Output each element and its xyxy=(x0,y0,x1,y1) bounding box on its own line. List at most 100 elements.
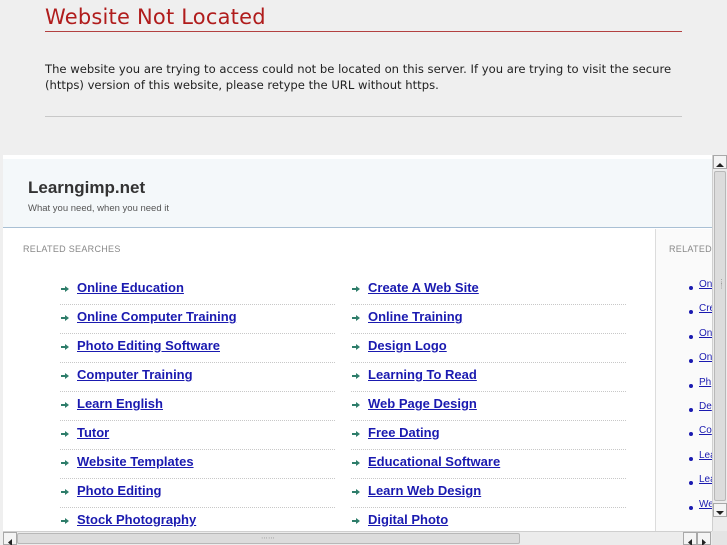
grip-icon: ⋮⋮⋮⋮ xyxy=(718,278,727,290)
bullet-icon xyxy=(689,432,693,437)
arrow-right-icon xyxy=(351,400,361,410)
arrow-right-icon xyxy=(351,342,361,352)
related-search-item[interactable]: Learn Web Design xyxy=(351,479,626,508)
arrow-right-icon xyxy=(351,371,361,381)
related-search-link[interactable]: Learn Web Design xyxy=(368,483,481,498)
arrow-left-icon xyxy=(8,539,12,545)
related-search-item[interactable]: Tutor xyxy=(60,421,335,450)
site-name[interactable]: Learngimp.net xyxy=(28,178,145,198)
horizontal-scroll-thumb[interactable]: ⋯⋯ xyxy=(17,533,520,544)
sidebar-related-link[interactable]: On xyxy=(699,279,712,290)
related-search-link[interactable]: Website Templates xyxy=(77,454,194,469)
related-search-item[interactable]: Website Templates xyxy=(60,450,335,479)
related-search-link[interactable]: Educational Software xyxy=(368,454,500,469)
arrow-right-icon xyxy=(60,458,70,468)
arrow-right-icon xyxy=(60,342,70,352)
related-search-item[interactable]: Online Education xyxy=(60,276,335,305)
related-search-link[interactable]: Online Education xyxy=(77,280,184,295)
related-search-link[interactable]: Tutor xyxy=(77,425,109,440)
scroll-left-button[interactable] xyxy=(3,532,17,545)
related-search-link[interactable]: Digital Photo xyxy=(368,512,448,527)
bullet-icon xyxy=(689,286,693,290)
arrow-right-icon xyxy=(60,487,70,497)
sidebar-related-link[interactable]: Ph xyxy=(699,377,711,388)
horizontal-scrollbar[interactable]: ⋯⋯ xyxy=(3,531,712,545)
related-search-item[interactable]: Web Page Design xyxy=(351,392,626,421)
related-search-link[interactable]: Learning To Read xyxy=(368,367,477,382)
arrow-right-icon xyxy=(60,313,70,323)
related-search-link[interactable]: Design Logo xyxy=(368,338,447,353)
vertical-scrollbar[interactable]: ⋮⋮⋮⋮ xyxy=(712,155,727,531)
related-searches-panel: RELATED SEARCHES Online Education Online … xyxy=(3,229,655,545)
bullet-icon xyxy=(689,383,693,388)
related-search-item[interactable]: Learning To Read xyxy=(351,363,626,392)
related-search-item[interactable]: Computer Training xyxy=(60,363,335,392)
arrow-left-icon xyxy=(688,539,692,545)
arrow-up-icon xyxy=(716,163,724,167)
bullet-icon xyxy=(689,505,693,510)
related-search-link[interactable]: Learn English xyxy=(77,396,163,411)
bullet-icon xyxy=(689,334,693,339)
parked-page-frame: Learngimp.net What you need, when you ne… xyxy=(3,155,727,545)
related-search-item[interactable]: Online Training xyxy=(351,305,626,334)
related-search-link[interactable]: Stock Photography xyxy=(77,512,196,527)
arrow-right-icon xyxy=(351,458,361,468)
related-searches-right-column: Create A Web Site Online Training Design L… xyxy=(351,276,626,537)
error-panel: Website Not Located The website you are … xyxy=(0,0,727,155)
arrow-right-icon xyxy=(60,429,70,439)
message-divider xyxy=(45,116,682,117)
related-search-item[interactable]: Photo Editing Software xyxy=(60,334,335,363)
bullet-icon xyxy=(689,359,693,364)
related-search-item[interactable]: Design Logo xyxy=(351,334,626,363)
sidebar-related-link[interactable]: On xyxy=(699,352,712,363)
scroll-down-button[interactable] xyxy=(713,503,727,517)
scrollbar-corner xyxy=(712,531,727,545)
arrow-down-icon xyxy=(716,511,724,515)
related-search-item[interactable]: Learn English xyxy=(60,392,335,421)
arrow-right-icon xyxy=(351,313,361,323)
sidebar-related-label: RELATED xyxy=(669,244,712,254)
arrow-right-icon xyxy=(60,284,70,294)
related-searches-label: RELATED SEARCHES xyxy=(23,244,121,254)
scroll-left-button-2[interactable] xyxy=(683,532,697,545)
arrow-right-icon xyxy=(351,284,361,294)
arrow-right-icon xyxy=(60,371,70,381)
grip-icon: ⋯⋯ xyxy=(261,534,275,542)
vertical-scroll-thumb[interactable]: ⋮⋮⋮⋮ xyxy=(714,171,727,501)
bullet-icon xyxy=(689,481,693,486)
related-search-item[interactable]: Create A Web Site xyxy=(351,276,626,305)
bullet-icon xyxy=(689,407,693,412)
related-searches-left-column: Online Education Online Computer Training… xyxy=(60,276,335,537)
related-search-link[interactable]: Photo Editing xyxy=(77,483,161,498)
related-search-item[interactable]: Online Computer Training xyxy=(60,305,335,334)
error-message: The website you are trying to access cou… xyxy=(45,62,672,92)
related-search-link[interactable]: Create A Web Site xyxy=(368,280,479,295)
site-tagline: What you need, when you need it xyxy=(28,203,170,214)
arrow-right-icon xyxy=(60,400,70,410)
error-title: Website Not Located xyxy=(45,5,266,29)
related-search-link[interactable]: Online Training xyxy=(368,309,463,324)
arrow-right-icon xyxy=(702,539,706,545)
arrow-right-icon xyxy=(351,429,361,439)
related-search-link[interactable]: Photo Editing Software xyxy=(77,338,220,353)
related-search-link[interactable]: Free Dating xyxy=(368,425,440,440)
sidebar-related-link[interactable]: Co xyxy=(699,425,712,436)
related-search-item[interactable]: Free Dating xyxy=(351,421,626,450)
arrow-right-icon xyxy=(351,516,361,526)
sidebar-related-link[interactable]: De xyxy=(699,401,712,412)
bullet-icon xyxy=(689,456,693,461)
sidebar-related-link[interactable]: On xyxy=(699,328,712,339)
related-search-link[interactable]: Online Computer Training xyxy=(77,309,237,324)
related-search-link[interactable]: Computer Training xyxy=(77,367,193,382)
scroll-up-button[interactable] xyxy=(713,155,727,169)
arrow-right-icon xyxy=(60,516,70,526)
scroll-right-button[interactable] xyxy=(697,532,711,545)
related-search-item[interactable]: Educational Software xyxy=(351,450,626,479)
sidebar-related: RELATED On Cre On On Ph De Co Lea Lea We xyxy=(655,229,716,545)
related-search-item[interactable]: Photo Editing xyxy=(60,479,335,508)
site-header: Learngimp.net What you need, when you ne… xyxy=(3,159,713,228)
bullet-icon xyxy=(689,310,693,315)
related-search-link[interactable]: Web Page Design xyxy=(368,396,477,411)
arrow-right-icon xyxy=(351,487,361,497)
title-divider xyxy=(45,31,682,32)
